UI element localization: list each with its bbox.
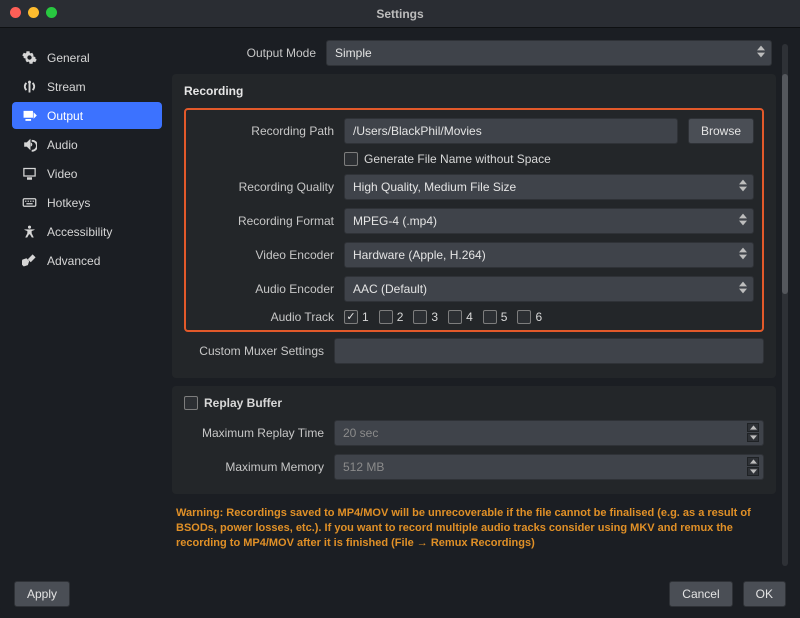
sidebar-item-output[interactable]: Output — [12, 102, 162, 129]
sidebar-item-label: Output — [47, 109, 83, 123]
main: Output Mode Simple Recording Recording P… — [172, 40, 788, 570]
recording-quality-select[interactable]: High Quality, Medium File Size — [344, 174, 754, 200]
maximize-icon[interactable] — [46, 7, 57, 18]
antenna-icon — [22, 79, 37, 94]
audio-track-1-checkbox[interactable] — [344, 310, 358, 324]
scrollbar[interactable] — [782, 44, 788, 566]
chevron-updown-icon — [739, 281, 747, 294]
audio-encoder-label: Audio Encoder — [194, 282, 334, 296]
close-icon[interactable] — [10, 7, 21, 18]
audio-track-2-checkbox[interactable] — [379, 310, 393, 324]
recording-path-input[interactable]: /Users/BlackPhil/Movies — [344, 118, 678, 144]
output-mode-label: Output Mode — [176, 46, 316, 60]
custom-muxer-label: Custom Muxer Settings — [184, 344, 324, 358]
sidebar-item-label: Accessibility — [47, 225, 112, 239]
settings-window: Settings General Stream Output Audio Vid — [0, 0, 800, 618]
filename-no-space-checkbox[interactable] — [344, 152, 358, 166]
sidebar-item-label: Audio — [47, 138, 78, 152]
footer: Apply Cancel OK — [0, 570, 800, 618]
audio-encoder-select[interactable]: AAC (Default) — [344, 276, 754, 302]
keyboard-icon — [22, 195, 37, 210]
sidebar-item-label: Advanced — [47, 254, 100, 268]
sidebar-item-video[interactable]: Video — [12, 160, 162, 187]
output-mode-select[interactable]: Simple — [326, 40, 772, 66]
recording-title: Recording — [184, 84, 764, 98]
scrollbar-thumb[interactable] — [782, 74, 788, 294]
ok-button[interactable]: OK — [743, 581, 786, 607]
video-encoder-select[interactable]: Hardware (Apple, H.264) — [344, 242, 754, 268]
chevron-updown-icon — [739, 213, 747, 226]
max-memory-input[interactable]: 512 MB — [334, 454, 764, 480]
sidebar-item-general[interactable]: General — [12, 44, 162, 71]
browse-button[interactable]: Browse — [688, 118, 754, 144]
recording-path-value: /Users/BlackPhil/Movies — [353, 124, 482, 138]
sidebar-item-label: Video — [47, 167, 77, 181]
sidebar-item-advanced[interactable]: Advanced — [12, 247, 162, 274]
sidebar-item-accessibility[interactable]: Accessibility — [12, 218, 162, 245]
max-replay-time-input[interactable]: 20 sec — [334, 420, 764, 446]
audio-track-label: Audio Track — [194, 310, 334, 324]
video-encoder-label: Video Encoder — [194, 248, 334, 262]
audio-track-3-checkbox[interactable] — [413, 310, 427, 324]
output-mode-value: Simple — [335, 46, 372, 60]
custom-muxer-input[interactable] — [334, 338, 764, 364]
replay-buffer-checkbox[interactable] — [184, 396, 198, 410]
body: General Stream Output Audio Video Hotkey… — [0, 28, 800, 570]
apply-button[interactable]: Apply — [14, 581, 70, 607]
max-memory-label: Maximum Memory — [184, 460, 324, 474]
minimize-icon[interactable] — [28, 7, 39, 18]
chevron-updown-icon — [739, 247, 747, 260]
titlebar: Settings — [0, 0, 800, 28]
chevron-updown-icon — [757, 45, 765, 58]
window-title: Settings — [376, 7, 423, 21]
stepper-icon[interactable] — [747, 423, 759, 442]
replay-buffer-title: Replay Buffer — [204, 396, 282, 410]
sidebar-item-label: Stream — [47, 80, 86, 94]
monitor-icon — [22, 166, 37, 181]
chevron-updown-icon — [739, 179, 747, 192]
sidebar-item-stream[interactable]: Stream — [12, 73, 162, 100]
recording-quality-label: Recording Quality — [194, 180, 334, 194]
audio-track-4-checkbox[interactable] — [448, 310, 462, 324]
sidebar-item-label: General — [47, 51, 90, 65]
accessibility-icon — [22, 224, 37, 239]
audio-track-5-checkbox[interactable] — [483, 310, 497, 324]
max-replay-time-label: Maximum Replay Time — [184, 426, 324, 440]
recording-format-select[interactable]: MPEG-4 (.mp4) — [344, 208, 754, 234]
recording-path-label: Recording Path — [194, 124, 334, 138]
recording-highlight: Recording Path /Users/BlackPhil/Movies B… — [184, 108, 764, 332]
gear-icon — [22, 50, 37, 65]
sidebar-item-hotkeys[interactable]: Hotkeys — [12, 189, 162, 216]
filename-no-space-label: Generate File Name without Space — [364, 152, 551, 166]
sidebar-item-label: Hotkeys — [47, 196, 90, 210]
stepper-icon[interactable] — [747, 457, 759, 476]
recording-panel: Recording Recording Path /Users/BlackPhi… — [172, 74, 776, 378]
recording-format-label: Recording Format — [194, 214, 334, 228]
audio-track-6-checkbox[interactable] — [517, 310, 531, 324]
speaker-icon — [22, 137, 37, 152]
sidebar-item-audio[interactable]: Audio — [12, 131, 162, 158]
audio-tracks: 1 2 3 4 5 6 — [344, 310, 542, 324]
tools-icon — [22, 253, 37, 268]
sidebar: General Stream Output Audio Video Hotkey… — [12, 40, 162, 570]
replay-panel: Replay Buffer Maximum Replay Time 20 sec — [172, 386, 776, 494]
mp4-warning: Warning: Recordings saved to MP4/MOV wil… — [172, 502, 776, 551]
cancel-button[interactable]: Cancel — [669, 581, 732, 607]
window-controls — [10, 7, 57, 18]
output-icon — [22, 108, 37, 123]
